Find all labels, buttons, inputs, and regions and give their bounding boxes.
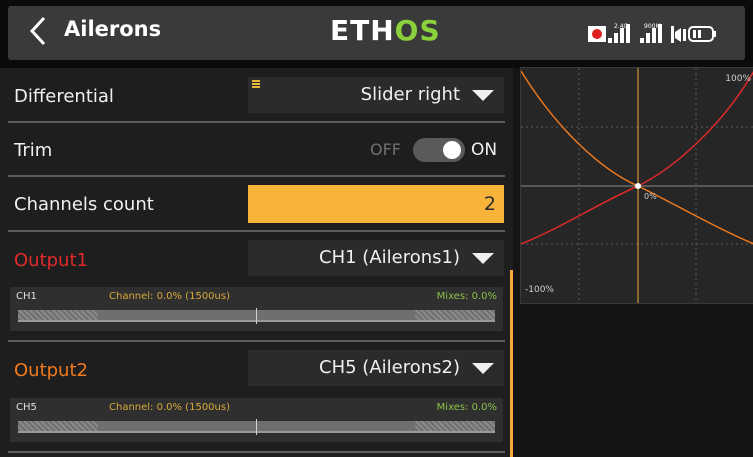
cursor-point	[635, 183, 641, 189]
trim-label: Trim	[14, 140, 53, 161]
output1-label: Output1	[14, 250, 88, 271]
status-icons: 2.4G 900M	[588, 23, 716, 43]
mixes-info: Mixes: 0.0%	[436, 291, 497, 302]
channel-monitor-ch5: CH5 Channel: 0.0% (1500us) Mixes: 0.0%	[10, 398, 503, 442]
curve-output1	[521, 71, 753, 245]
channel-monitor-ch1: CH1 Channel: 0.0% (1500us) Mixes: 0.0%	[10, 287, 503, 331]
dropdown-caret-icon	[472, 90, 494, 101]
channels-count-label: Channels count	[14, 194, 154, 215]
divider	[8, 121, 505, 123]
divider	[8, 340, 505, 342]
trim-toggle[interactable]	[413, 138, 465, 162]
signal-2.4g-icon: 2.4G	[608, 23, 630, 43]
channel-info: Channel: 0.0% (1500us)	[109, 402, 230, 413]
battery-icon	[688, 26, 716, 42]
output2-label: Output2	[14, 360, 88, 381]
channel-bar	[18, 308, 495, 324]
divider	[8, 230, 505, 232]
channel-name: CH1	[16, 291, 37, 302]
toggle-knob	[443, 141, 461, 159]
graph-label-top: 100%	[725, 74, 751, 84]
channel-bar	[18, 419, 495, 435]
channel-name: CH5	[16, 402, 37, 413]
speaker-icon	[671, 26, 686, 43]
ethos-logo: ETHOS	[330, 14, 441, 47]
svg-text:900M: 900M	[644, 23, 661, 30]
differential-curve-graph: 100% 0% -100%	[520, 67, 753, 304]
output1-value: CH1 (Ailerons1)	[319, 247, 460, 268]
differential-select[interactable]: Slider right	[248, 77, 504, 113]
trim-toggle-group: OFF ON	[368, 136, 508, 164]
output1-select[interactable]: CH1 (Ailerons1)	[248, 240, 504, 276]
trim-off-label: OFF	[370, 140, 401, 159]
svg-text:2.4G: 2.4G	[614, 23, 629, 30]
record-icon	[588, 26, 606, 42]
chevron-left-icon[interactable]	[26, 14, 50, 48]
divider	[8, 175, 505, 177]
top-bar: Ailerons ETHOS 2.4G 900M	[0, 0, 753, 68]
channels-count-value: 2	[483, 193, 496, 215]
graph-label-bottom: -100%	[525, 285, 554, 295]
output2-value: CH5 (Ailerons2)	[319, 357, 460, 378]
differential-value: Slider right	[360, 84, 460, 105]
divider	[8, 451, 505, 453]
graph-label-center: 0%	[644, 192, 657, 201]
channel-info: Channel: 0.0% (1500us)	[109, 291, 230, 302]
channels-count-field[interactable]: 2	[248, 185, 504, 223]
menu-lines-icon	[252, 80, 260, 88]
curve-output2	[521, 70, 753, 245]
dropdown-caret-icon	[472, 253, 494, 264]
output2-select[interactable]: CH5 (Ailerons2)	[248, 350, 504, 386]
signal-900m-icon: 900M	[640, 23, 662, 43]
page-title: Ailerons	[64, 17, 162, 41]
dropdown-caret-icon	[472, 363, 494, 374]
mixes-info: Mixes: 0.0%	[436, 402, 497, 413]
differential-label: Differential	[14, 86, 114, 107]
trim-on-label: ON	[471, 140, 498, 160]
